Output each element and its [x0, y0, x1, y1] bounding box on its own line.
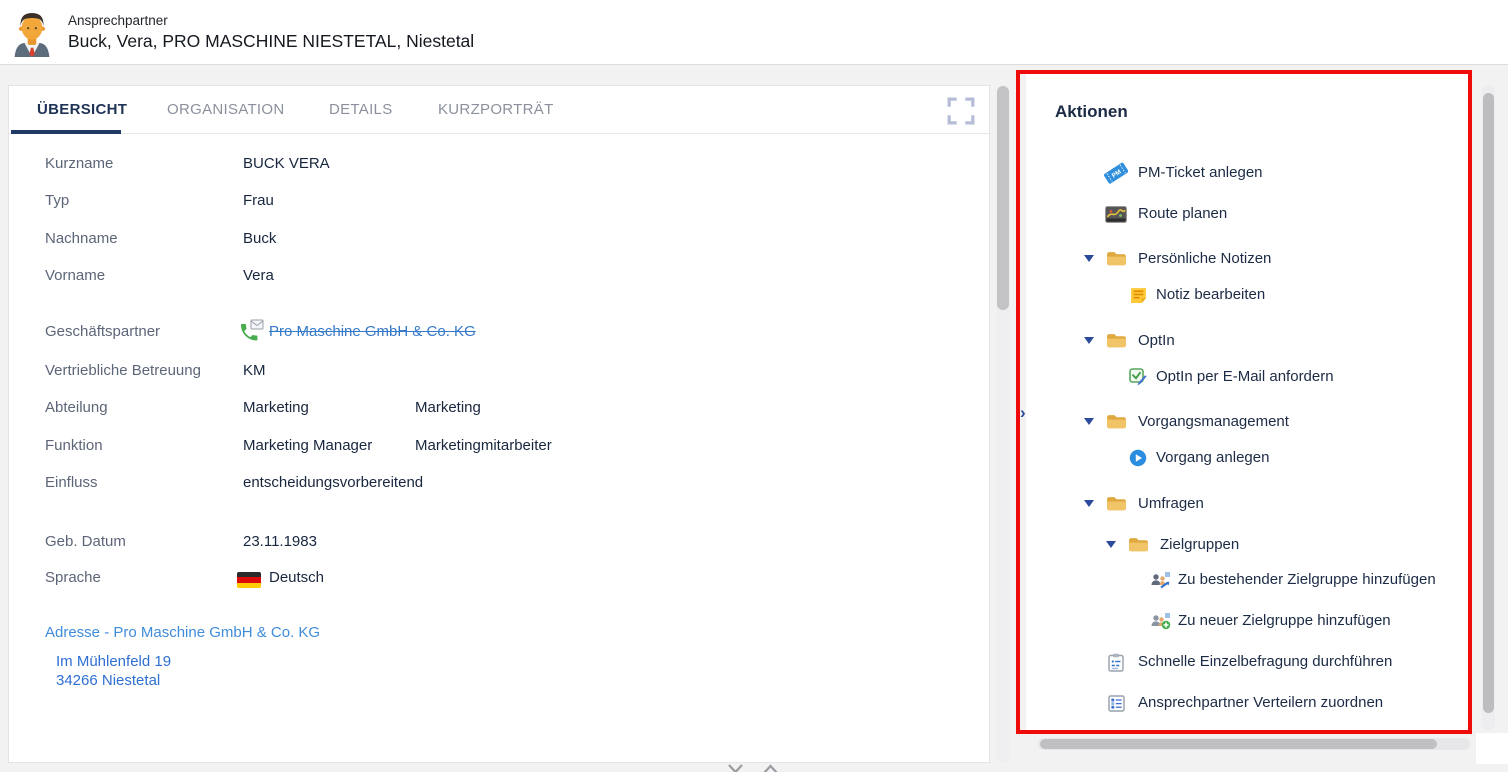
- field-value: BUCK VERA: [243, 153, 330, 175]
- folder-icon: [1126, 534, 1150, 556]
- actions-panel-title: Aktionen: [1055, 102, 1128, 122]
- field-label: Abteilung: [45, 397, 108, 419]
- add-to-new-group-icon: [1148, 610, 1172, 632]
- tab-kurzportraet[interactable]: KURZPORTRÄT: [438, 86, 554, 134]
- record-type-label: Ansprechpartner: [68, 12, 474, 30]
- scrollbar-corner: [1476, 733, 1508, 764]
- field-label: Kurzname: [45, 153, 113, 175]
- actions-panel: Aktionen PM PM-Ticket anlegen: [1026, 74, 1468, 730]
- action-label: Schnelle Einzelbefragung durchführen: [1138, 650, 1392, 674]
- address-heading-link[interactable]: Adresse - Pro Maschine GmbH & Co. KG: [45, 624, 320, 641]
- business-partner-link[interactable]: Pro Maschine GmbH & Co. KG: [269, 321, 476, 343]
- action-label: Vorgangsmanagement: [1138, 410, 1289, 434]
- folder-icon: [1104, 493, 1128, 515]
- action-label: Persönliche Notizen: [1138, 247, 1271, 271]
- address-street-link[interactable]: Im Mühlenfeld 19: [56, 653, 171, 670]
- pm-ticket-icon: PM: [1104, 162, 1128, 184]
- field-value: Deutsch: [269, 567, 324, 589]
- tab-organisation[interactable]: ORGANISATION: [167, 86, 285, 134]
- action-label: Vorgang anlegen: [1156, 446, 1269, 470]
- field-value-2: Marketingmitarbeiter: [415, 435, 552, 457]
- action-label: OptIn: [1138, 329, 1175, 353]
- chevron-down-icon: [727, 763, 744, 772]
- field-label: Nachname: [45, 228, 118, 250]
- main-panel-scrollbar-thumb[interactable]: [997, 86, 1009, 310]
- field-label: Vorname: [45, 265, 105, 287]
- field-label: Einfluss: [45, 472, 98, 494]
- action-label: Zu bestehender Zielgruppe hinzufügen: [1178, 568, 1436, 592]
- route-map-icon: [1104, 203, 1128, 225]
- action-label: Route planen: [1138, 202, 1227, 226]
- field-value: Frau: [243, 190, 274, 212]
- tab-details[interactable]: DETAILS: [329, 86, 393, 134]
- person-avatar-icon: [10, 7, 54, 57]
- field-label: Geb. Datum: [45, 531, 126, 553]
- bottom-panel-toggle[interactable]: [723, 763, 793, 772]
- tab-uebersicht[interactable]: ÜBERSICHT: [37, 86, 127, 134]
- tree-collapse-triangle-icon[interactable]: [1106, 541, 1116, 548]
- action-label: Umfragen: [1138, 492, 1204, 516]
- field-label: Funktion: [45, 435, 103, 457]
- sticky-note-icon: [1126, 284, 1150, 306]
- field-value: KM: [243, 360, 266, 382]
- overview-panel: ÜBERSICHT ORGANISATION DETAILS KURZPORTR…: [8, 85, 990, 763]
- field-value: Marketing: [243, 397, 309, 419]
- german-flag-icon: [237, 569, 261, 591]
- quick-survey-clipboard-icon: [1104, 651, 1128, 673]
- action-label: PM-Ticket anlegen: [1138, 161, 1263, 185]
- folder-icon: [1104, 248, 1128, 270]
- phone-email-icon[interactable]: [237, 319, 264, 350]
- sidebar-scrollbar-thumb[interactable]: [1483, 93, 1494, 713]
- add-to-existing-group-icon: [1148, 569, 1172, 591]
- page-title: Buck, Vera, PRO MASCHINE NIESTETAL, Nies…: [68, 30, 474, 52]
- folder-icon: [1104, 330, 1128, 352]
- tree-collapse-triangle-icon[interactable]: [1084, 255, 1094, 262]
- action-label: Zielgruppen: [1160, 533, 1239, 557]
- field-value: Marketing Manager: [243, 435, 372, 457]
- chevron-up-icon: [762, 763, 779, 772]
- action-label: Notiz bearbeiten: [1156, 283, 1265, 307]
- action-label: Ansprechpartner Verteilern zuordnen: [1138, 691, 1383, 715]
- field-value: 23.11.1983: [243, 531, 317, 553]
- field-value-2: Marketing: [415, 397, 481, 419]
- field-label: Vertriebliche Betreuung: [45, 360, 201, 382]
- field-label: Typ: [45, 190, 69, 212]
- field-value: Vera: [243, 265, 274, 287]
- play-circle-icon: [1126, 447, 1150, 469]
- field-label: Geschäftspartner: [45, 321, 160, 343]
- field-value: entscheidungsvorbereitend: [243, 472, 423, 494]
- field-label: Sprache: [45, 567, 101, 589]
- optin-checkbox-icon: [1126, 366, 1150, 388]
- fullscreen-expand-icon[interactable]: [947, 97, 975, 125]
- field-value: Buck: [243, 228, 276, 250]
- tab-bar: ÜBERSICHT ORGANISATION DETAILS KURZPORTR…: [9, 86, 989, 134]
- distribution-list-icon: [1104, 692, 1128, 714]
- tree-collapse-triangle-icon[interactable]: [1084, 500, 1094, 507]
- action-label: OptIn per E-Mail anfordern: [1156, 365, 1334, 389]
- sidebar-collapse-chevron-icon[interactable]: ›: [1020, 403, 1026, 423]
- folder-icon: [1104, 411, 1128, 433]
- tree-collapse-triangle-icon[interactable]: [1084, 337, 1094, 344]
- tree-collapse-triangle-icon[interactable]: [1084, 418, 1094, 425]
- record-header: Ansprechpartner Buck, Vera, PRO MASCHINE…: [0, 0, 1508, 65]
- sidebar-horizontal-scrollbar-thumb[interactable]: [1040, 739, 1437, 749]
- active-tab-underline: [11, 130, 121, 134]
- address-city-link[interactable]: 34266 Niestetal: [56, 672, 160, 689]
- action-label: Zu neuer Zielgruppe hinzufügen: [1178, 609, 1391, 633]
